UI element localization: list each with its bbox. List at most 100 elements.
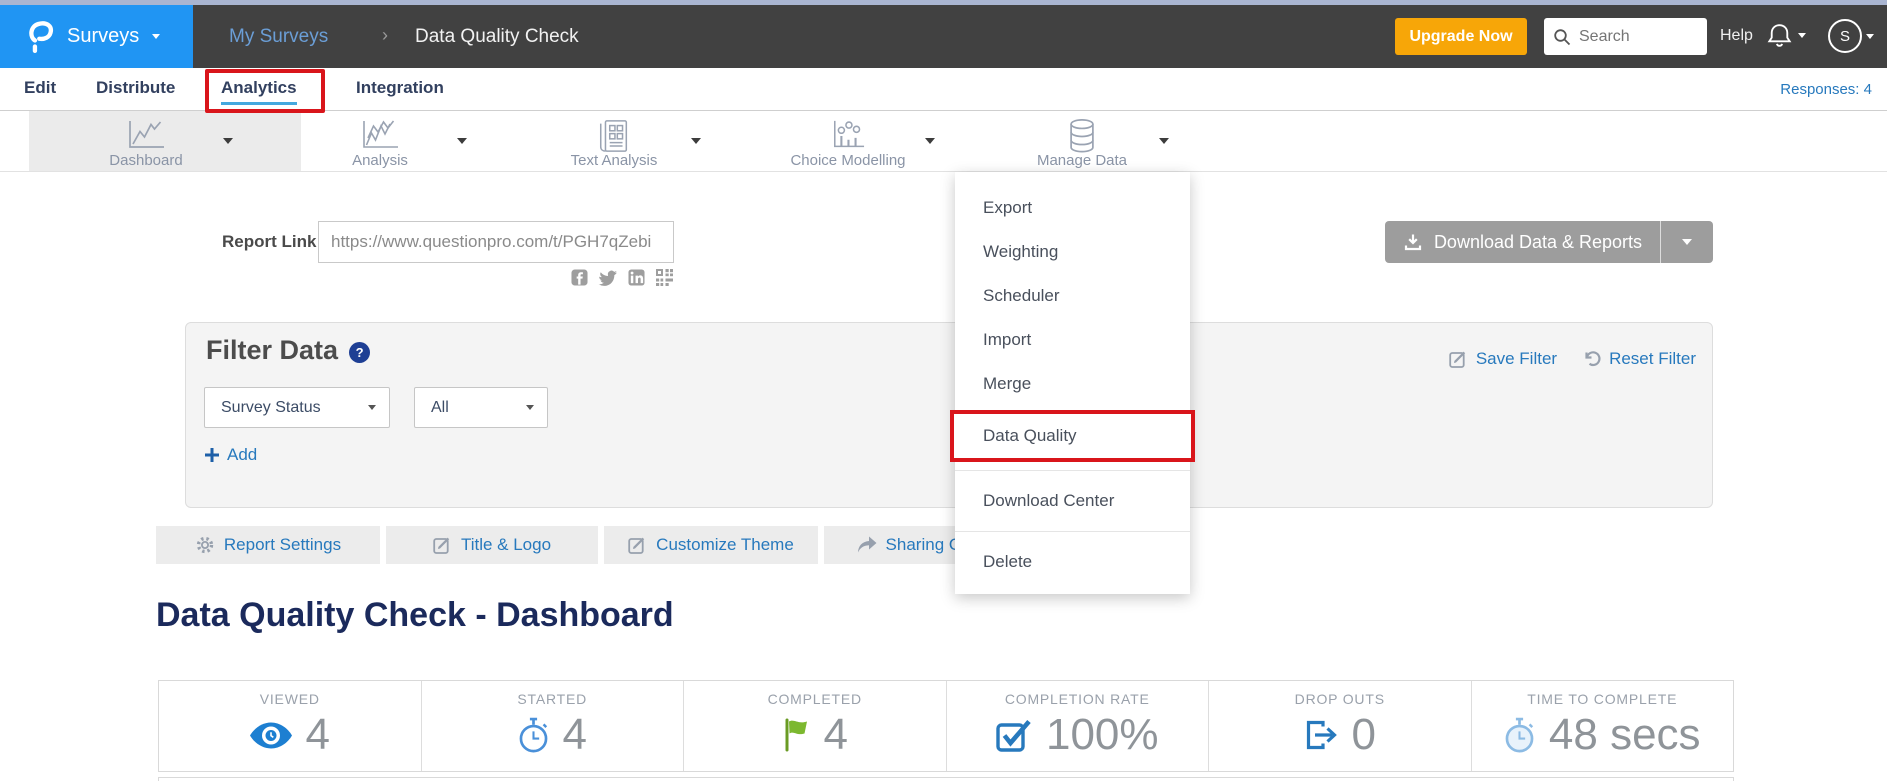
toolbar-item-manage-data[interactable]: Manage Data — [965, 111, 1199, 171]
choice-modelling-dropdown-caret[interactable] — [925, 138, 935, 144]
manage-data-dropdown-caret[interactable] — [1159, 138, 1169, 144]
facebook-icon[interactable] — [571, 269, 588, 286]
download-icon — [1403, 232, 1423, 252]
menu-item-weighting[interactable]: Weighting — [955, 230, 1190, 274]
toolbar-item-dashboard[interactable]: Dashboard — [29, 111, 263, 171]
stat-value: 100% — [1046, 710, 1159, 760]
toolbar-item-choice-modelling[interactable]: Choice Modelling — [731, 111, 965, 171]
save-filter-label: Save Filter — [1476, 349, 1557, 369]
stat-label: COMPLETED — [684, 691, 946, 707]
toolbar-item-label: Manage Data — [965, 152, 1199, 169]
chevron-down-icon — [1798, 33, 1806, 38]
stat-drop-outs: DROP OUTS 0 — [1209, 681, 1472, 771]
next-section-edge — [158, 777, 1734, 781]
breadcrumb-my-surveys[interactable]: My Surveys — [229, 26, 328, 48]
filter-field-select[interactable]: Survey Status — [204, 387, 390, 428]
drop-out-icon — [1304, 719, 1338, 751]
qr-code-icon[interactable] — [655, 268, 674, 287]
stat-value: 0 — [1352, 710, 1376, 760]
multi-line-chart-icon — [263, 118, 497, 152]
annotation-box-data-quality: Data Quality — [950, 410, 1195, 462]
stat-completion-rate: COMPLETION RATE 100% — [947, 681, 1210, 771]
edit-square-icon — [433, 536, 452, 555]
search-input[interactable] — [1577, 27, 1696, 47]
download-options-caret[interactable] — [1661, 221, 1713, 263]
tab-distribute[interactable]: Distribute — [96, 78, 175, 98]
chevron-down-icon — [152, 34, 160, 39]
menu-item-download-center[interactable]: Download Center — [955, 479, 1190, 523]
filter-title-text: Filter Data — [206, 335, 338, 366]
twitter-icon[interactable] — [598, 269, 618, 286]
checkbox-icon — [996, 718, 1032, 752]
analytics-toolbar: Dashboard Analysis Text Analysis Choice … — [0, 111, 1887, 172]
toolbar-item-label: Choice Modelling — [731, 152, 965, 169]
stat-started: STARTED 4 — [422, 681, 685, 771]
menu-item-merge[interactable]: Merge — [955, 362, 1190, 406]
toolbar-item-label: Dashboard — [29, 152, 263, 169]
reset-filter-button[interactable]: Reset Filter — [1583, 349, 1696, 369]
breadcrumb-separator: › — [382, 25, 388, 46]
dashboard-dropdown-caret[interactable] — [223, 138, 233, 144]
timer-icon — [1504, 717, 1535, 754]
chevron-down-icon — [368, 405, 376, 410]
avatar: S — [1828, 19, 1862, 53]
customize-theme-button[interactable]: Customize Theme — [604, 526, 818, 564]
edit-square-icon — [628, 536, 647, 555]
report-link-input[interactable] — [318, 221, 674, 263]
menu-item-export[interactable]: Export — [955, 186, 1190, 230]
line-chart-icon — [29, 118, 263, 152]
stat-completed: COMPLETED 4 — [684, 681, 947, 771]
toolbar-item-text-analysis[interactable]: Text Analysis — [497, 111, 731, 171]
analysis-dropdown-caret[interactable] — [457, 138, 467, 144]
tab-integration[interactable]: Integration — [356, 78, 444, 98]
menu-item-scheduler[interactable]: Scheduler — [955, 274, 1190, 318]
report-settings-button[interactable]: Report Settings — [156, 526, 380, 564]
linkedin-icon[interactable] — [628, 269, 645, 286]
toolbar-item-analysis[interactable]: Analysis — [263, 111, 497, 171]
text-analysis-dropdown-caret[interactable] — [691, 138, 701, 144]
save-filter-button[interactable]: Save Filter — [1449, 349, 1557, 369]
brand-label: Surveys — [67, 25, 139, 48]
account-menu[interactable]: S — [1828, 19, 1874, 53]
tab-edit[interactable]: Edit — [24, 78, 56, 98]
title-logo-button[interactable]: Title & Logo — [386, 526, 598, 564]
share-icons-row — [318, 268, 674, 287]
bubble-chart-icon — [731, 118, 965, 152]
eye-icon — [250, 722, 292, 749]
newspaper-icon — [497, 118, 731, 152]
download-data-reports-button[interactable]: Download Data & Reports — [1385, 221, 1713, 263]
filter-value-select[interactable]: All — [414, 387, 548, 428]
filter-links: Save Filter Reset Filter — [1449, 349, 1696, 369]
app-header: Surveys My Surveys › Data Quality Check … — [0, 5, 1887, 68]
responses-count: Responses: 4 — [1780, 81, 1872, 98]
filter-value-value: All — [431, 399, 449, 417]
questionpro-analytics-page: Surveys My Surveys › Data Quality Check … — [0, 0, 1887, 781]
stopwatch-icon — [518, 717, 549, 754]
surveys-product-menu[interactable]: Surveys — [0, 5, 193, 68]
share-icon — [857, 536, 877, 554]
add-filter-button[interactable]: Add — [204, 445, 257, 465]
menu-item-import[interactable]: Import — [955, 318, 1190, 362]
flag-icon — [782, 718, 810, 752]
reset-filter-label: Reset Filter — [1609, 349, 1696, 369]
stat-value: 4 — [824, 710, 848, 760]
page-title: Data Quality Check - Dashboard — [156, 596, 674, 635]
tab-analytics[interactable]: Analytics — [221, 78, 297, 105]
survey-tabbar: Edit Distribute Analytics Integration Re… — [0, 68, 1887, 111]
filter-panel-title: Filter Data ? — [206, 335, 370, 366]
stat-label: VIEWED — [159, 691, 421, 707]
help-icon[interactable]: ? — [349, 342, 370, 363]
stat-value: 4 — [306, 710, 330, 760]
plus-icon — [204, 447, 220, 463]
global-search — [1544, 18, 1707, 55]
notifications-menu[interactable] — [1766, 21, 1806, 49]
edit-square-icon — [1449, 350, 1468, 369]
survey-stats-bar: VIEWED 4 STARTED 4 COMPLETED — [158, 680, 1734, 772]
stat-value: 4 — [563, 710, 587, 760]
upgrade-now-button[interactable]: Upgrade Now — [1395, 18, 1527, 55]
menu-item-delete[interactable]: Delete — [955, 540, 1190, 584]
filter-field-value: Survey Status — [221, 399, 321, 417]
menu-item-data-quality[interactable]: Data Quality — [954, 414, 1191, 458]
stat-label: COMPLETION RATE — [947, 691, 1209, 707]
help-link[interactable]: Help — [1720, 27, 1753, 45]
